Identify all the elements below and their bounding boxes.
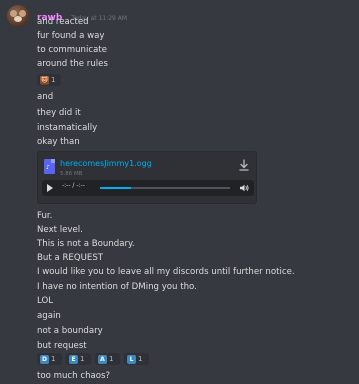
reaction-letter-d[interactable]: D 1 (37, 353, 62, 365)
message-line: around the rules (37, 59, 108, 69)
audio-time: -:-- / -:-- (62, 182, 85, 189)
message-line: to communicate (37, 45, 108, 55)
reaction-count: 1 (109, 355, 114, 363)
reaction-count: 1 (51, 355, 56, 363)
message-line: but request (37, 341, 87, 351)
chat-message: rawb Today at 11:29 AM and reacted fur f… (0, 0, 359, 384)
letter-l-icon: L (127, 354, 136, 364)
message-line: and (37, 92, 54, 102)
reaction-letter-l[interactable]: L 1 (124, 353, 149, 365)
message-line: again (37, 311, 61, 321)
message-line: not a boundary (37, 326, 103, 336)
message-line: But a REQUEST (37, 253, 104, 263)
message-line: too much chaos? (37, 371, 111, 381)
download-icon[interactable] (239, 159, 249, 171)
reaction-count: 1 (138, 355, 143, 363)
volume-icon[interactable] (239, 184, 249, 192)
message-line: okay than (37, 137, 80, 147)
reaction-count: 1 (80, 355, 85, 363)
message-line: they did it (37, 108, 81, 118)
reaction-count: 1 (51, 76, 56, 84)
message-line: LOL (37, 296, 54, 306)
message-line: I would like you to leave all my discord… (37, 267, 295, 277)
letter-a-icon: A (98, 354, 107, 364)
reaction-letter-a[interactable]: A 1 (95, 353, 120, 365)
audio-progress-fill (100, 187, 132, 189)
message-line: Next level. (37, 225, 83, 235)
avatar-snout (14, 16, 22, 22)
message-line: I have no intention of DMing you tho. (37, 282, 197, 292)
message-line: fur found a way (37, 31, 105, 41)
attachment-file-name[interactable]: herecomesJimmy1.ogg (60, 159, 152, 168)
letter-d-icon: D (40, 354, 49, 364)
cat-face-icon: 🐱 (40, 75, 49, 85)
message-line: instamatically (37, 123, 98, 133)
message-line: This is not a Boundary. (37, 239, 135, 249)
message-line: and reacted (37, 17, 89, 27)
message-line: Fur. (37, 211, 53, 221)
audio-player[interactable]: -:-- / -:-- (42, 180, 254, 196)
audio-attachment: ♪ herecomesJimmy1.ogg 5.86 MB -:-- / -:-… (37, 151, 257, 204)
audio-progress-bar[interactable] (100, 187, 230, 189)
reaction-letter-e[interactable]: E 1 (66, 353, 91, 365)
reaction-cat[interactable]: 🐱 1 (37, 74, 61, 86)
letter-e-icon: E (69, 354, 78, 364)
audio-file-icon: ♪ (44, 159, 55, 174)
avatar[interactable] (7, 5, 29, 27)
attachment-file-size: 5.86 MB (60, 171, 83, 177)
play-icon[interactable] (47, 184, 53, 192)
